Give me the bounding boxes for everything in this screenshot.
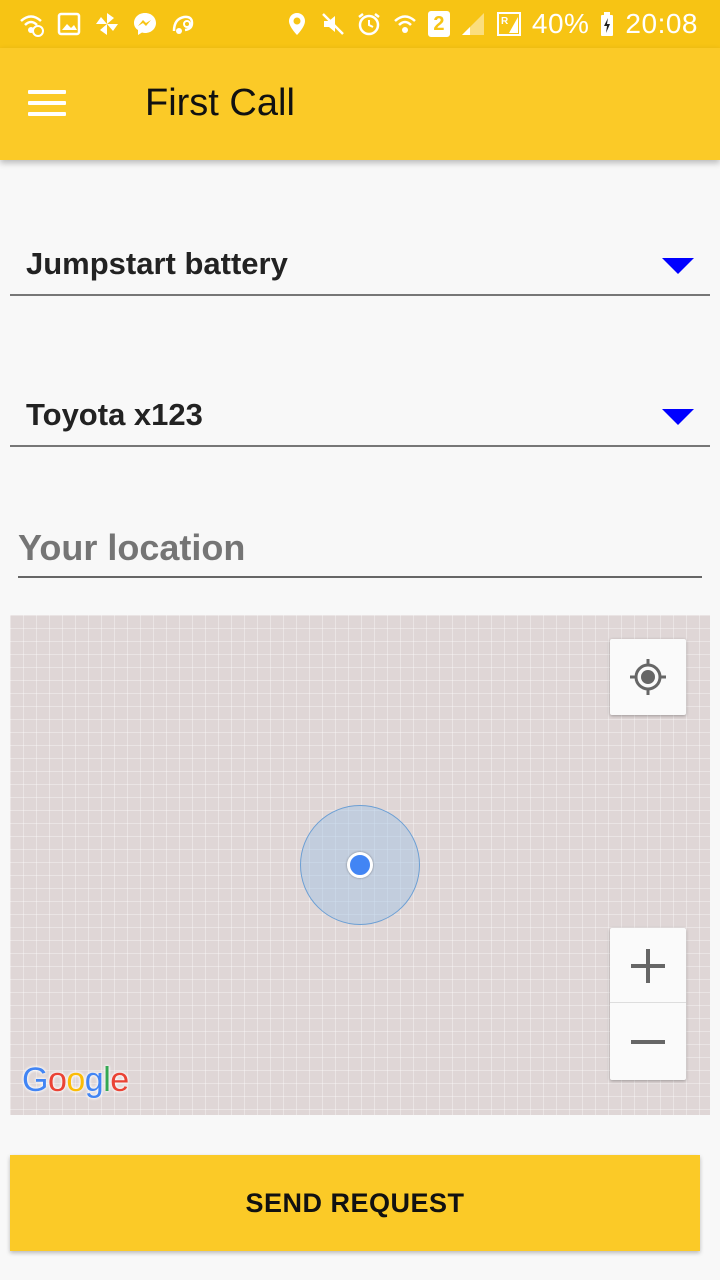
- send-request-button[interactable]: SEND REQUEST: [10, 1155, 700, 1251]
- zoom-out-button[interactable]: [610, 1004, 686, 1079]
- clock: 20:08: [625, 8, 698, 39]
- status-bar-system: 2 R 40% 20:08: [284, 8, 698, 40]
- menu-icon[interactable]: [26, 86, 70, 120]
- alarm-icon: [356, 11, 382, 37]
- signal-r-icon: R: [496, 11, 522, 37]
- dropdown-arrow-icon: [662, 258, 694, 274]
- sim2-icon: 2: [427, 11, 450, 37]
- status-bar: 2 R 40% 20:08: [0, 0, 720, 48]
- image-icon: [56, 11, 82, 37]
- location-input[interactable]: [18, 520, 702, 578]
- map-view[interactable]: Google: [10, 615, 710, 1115]
- minus-icon: [631, 1040, 665, 1044]
- dropdown-arrow-icon: [662, 409, 694, 425]
- plus-icon: [631, 949, 665, 983]
- wifi-call-icon: [392, 11, 418, 37]
- service-type-value: Jumpstart battery: [26, 246, 288, 281]
- google-logo: Google: [22, 1061, 129, 1099]
- pinwheel-icon: [94, 11, 120, 37]
- status-bar-notifications: [18, 8, 196, 40]
- uc-browser-icon: [170, 11, 196, 37]
- my-location-button[interactable]: [610, 639, 686, 715]
- my-location-icon: [630, 659, 666, 695]
- app-bar: First Call: [0, 48, 720, 160]
- battery-charging-icon: [599, 11, 615, 37]
- service-type-dropdown[interactable]: Jumpstart battery: [10, 236, 710, 296]
- location-icon: [284, 11, 310, 37]
- wifi-call-icon: [18, 11, 44, 37]
- page-title: First Call: [145, 82, 295, 124]
- messenger-icon: [132, 11, 158, 37]
- zoom-controls: [610, 928, 686, 1080]
- battery-percent: 40%: [531, 8, 590, 39]
- svg-text:R: R: [501, 16, 509, 27]
- signal-icon: [460, 11, 486, 37]
- vehicle-value: Toyota x123: [26, 397, 203, 432]
- zoom-in-button[interactable]: [610, 928, 686, 1003]
- vehicle-dropdown[interactable]: Toyota x123: [10, 387, 710, 447]
- mute-icon: [320, 11, 346, 37]
- current-location-marker: [347, 852, 373, 878]
